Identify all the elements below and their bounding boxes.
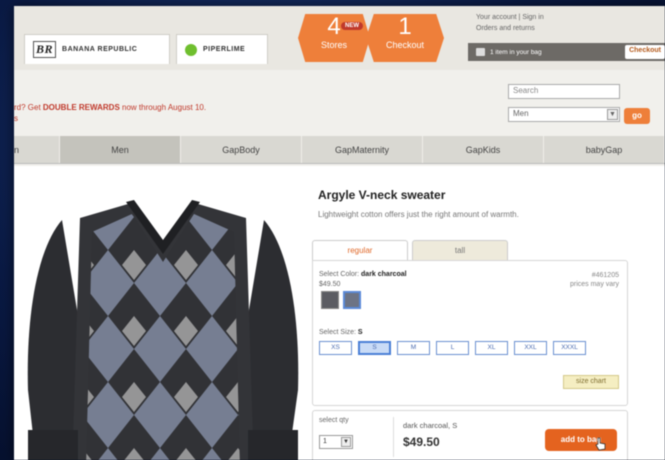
color-label-prefix: Select Color:	[319, 271, 362, 278]
color-value: dark charcoal	[361, 271, 407, 278]
banana-republic-logo: BR	[33, 41, 57, 58]
shopping-bag-bar[interactable]: 1 item in your bag Checkout	[468, 43, 665, 61]
product-price: $49.50	[403, 435, 440, 449]
selection-summary: dark charcoal, S	[403, 421, 458, 430]
checkout-button[interactable]: Checkout	[625, 45, 665, 59]
color-label: Select Color: dark charcoal	[319, 271, 407, 278]
shopping-bag-icon	[476, 48, 485, 56]
checkout-count: 1	[398, 13, 412, 40]
checkout-label: Checkout	[385, 40, 425, 50]
qty-label: select qty	[319, 417, 349, 424]
site-header: BR BANANA REPUBLIC PIPERLIME 4 Stores NE…	[14, 6, 665, 70]
nav-item-gapkids[interactable]: GapKids	[423, 136, 544, 163]
size-options: XS S M L XL XXL XXXL	[319, 341, 586, 355]
size-button-m[interactable]: M	[397, 341, 430, 355]
promo-suffix: now through August 10.	[119, 103, 207, 112]
banana-republic-label: BANANA REPUBLIC	[62, 46, 138, 53]
nav-item-babygap[interactable]: babyGap	[544, 136, 665, 163]
nav-item-gapmaternity[interactable]: GapMaternity	[302, 136, 423, 163]
account-links[interactable]: Your account | Sign in Orders and return…	[476, 12, 544, 34]
color-swatch-dark-charcoal[interactable]	[343, 291, 361, 309]
size-chart-button[interactable]: size chart	[563, 375, 619, 389]
category-nav: n Men GapBody GapMaternity GapKids babyG…	[14, 136, 665, 164]
product-page: Argyle V-neck sweater Lightweight cotton…	[14, 166, 665, 460]
size-button-xl[interactable]: XL	[475, 341, 508, 355]
size-button-xxxl[interactable]: XXXL	[553, 341, 586, 355]
size-button-l[interactable]: L	[436, 341, 469, 355]
product-image[interactable]	[22, 180, 304, 460]
orders-returns-link[interactable]: Orders and returns	[476, 23, 544, 34]
banana-republic-tab[interactable]: BR BANANA REPUBLIC	[24, 34, 170, 64]
prices-vary-note: prices may vary	[569, 281, 619, 288]
piperlime-logo-icon	[185, 43, 197, 56]
nav-item-men[interactable]: Men	[60, 136, 181, 163]
browser-screen: BR BANANA REPUBLIC PIPERLIME 4 Stores NE…	[14, 6, 665, 460]
size-button-xs[interactable]: XS	[319, 341, 352, 355]
product-options-panel: Select Color: dark charcoal $49.50 #4612…	[312, 260, 628, 406]
item-info: #461205 prices may vary	[570, 271, 619, 289]
size-button-s[interactable]: S	[358, 341, 391, 355]
account-sign-in-link[interactable]: Your account | Sign in	[476, 12, 544, 23]
tab-tall[interactable]: tall	[412, 240, 508, 260]
department-select[interactable]: Men ▼	[508, 107, 620, 122]
product-title: Argyle V-neck sweater	[318, 188, 446, 202]
chevron-down-icon: ▼	[607, 109, 618, 120]
department-value: Men	[513, 109, 529, 118]
qty-value: 1	[323, 438, 327, 445]
product-description: Lightweight cotton offers just the right…	[318, 210, 519, 219]
nav-item-gapbody[interactable]: GapBody	[181, 136, 302, 163]
color-swatches	[321, 291, 361, 309]
piperlime-label: PIPERLIME	[203, 46, 246, 53]
size-label-prefix: Select Size:	[319, 329, 358, 336]
divider	[393, 417, 394, 457]
promo-prefix: rd? Get	[14, 103, 43, 112]
quantity-select[interactable]: 1 ▼	[319, 435, 353, 449]
tab-regular[interactable]: regular	[312, 240, 408, 260]
search-input[interactable]: Search	[508, 84, 620, 99]
size-button-xxl[interactable]: XXL	[514, 341, 547, 355]
promo-highlight: DOUBLE REWARDS	[42, 103, 120, 112]
color-swatch-dark[interactable]	[321, 291, 339, 309]
bag-count-text: 1 item in your bag	[490, 48, 542, 56]
promo-banner[interactable]: rd? Get DOUBLE REWARDS now through Augus…	[14, 102, 206, 124]
nav-item-women[interactable]: n	[14, 136, 60, 163]
chevron-down-icon: ▼	[341, 437, 351, 447]
size-value: S	[357, 329, 363, 336]
add-to-bag-panel: select qty 1 ▼ dark charcoal, S $49.50 a…	[312, 410, 628, 460]
search-go-button[interactable]: go	[624, 108, 650, 124]
hand-cursor-icon	[595, 437, 606, 451]
item-number: #461205	[591, 272, 619, 279]
checkout-hex-button[interactable]: 1 Checkout	[366, 14, 444, 62]
promo-line2: s	[14, 114, 18, 123]
unit-price: $49.50	[319, 281, 341, 288]
fit-tabs: regular tall	[312, 240, 508, 260]
size-label: Select Size: S	[319, 329, 363, 336]
stores-label: Stores	[320, 40, 347, 50]
new-badge: NEW	[341, 22, 363, 30]
piperlime-tab[interactable]: PIPERLIME	[176, 34, 268, 64]
